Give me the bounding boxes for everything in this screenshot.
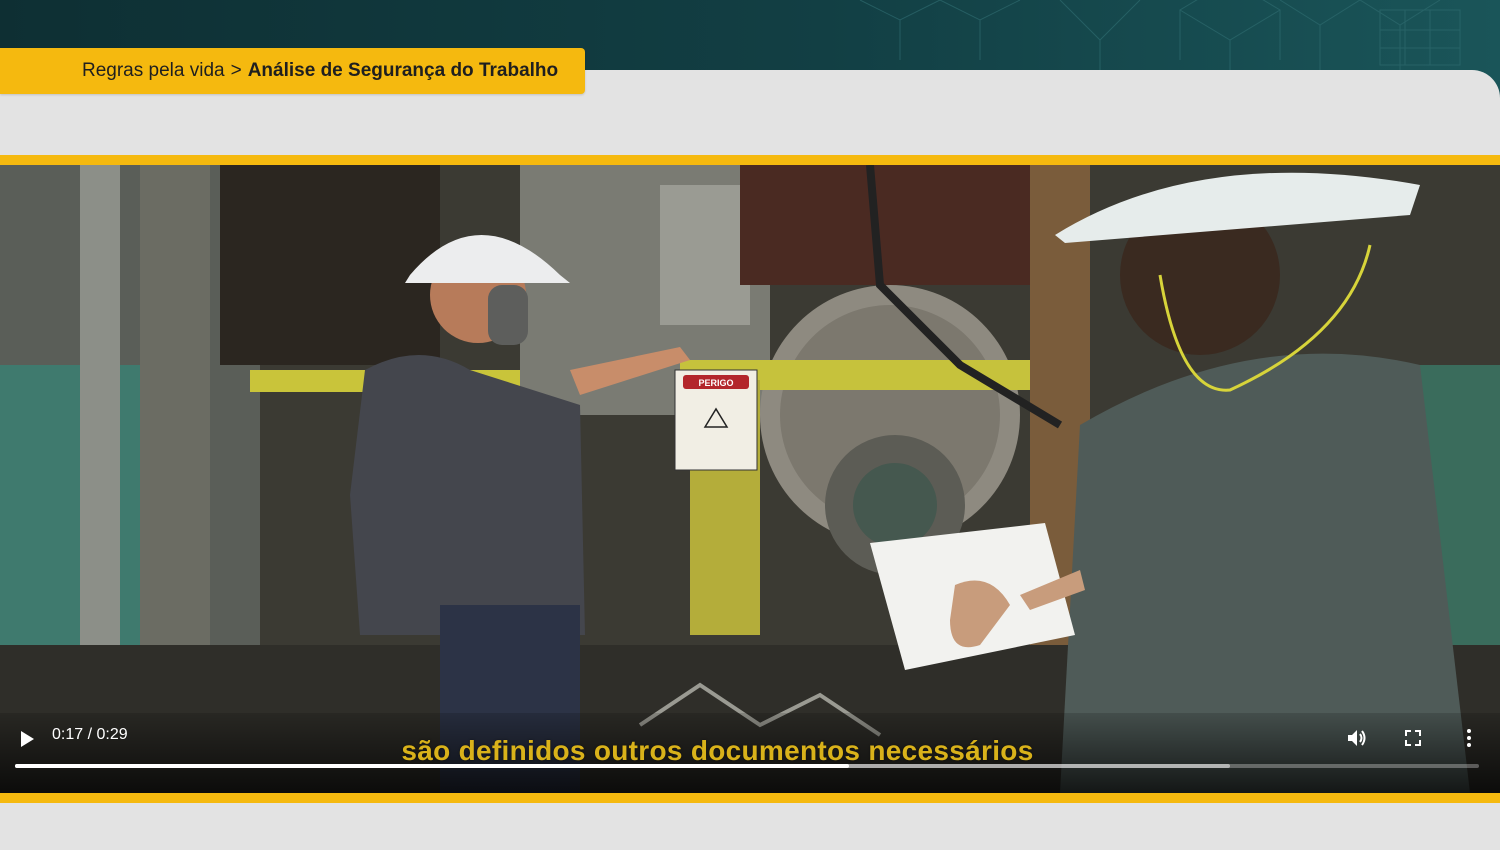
progress-bar[interactable] xyxy=(15,764,1479,768)
volume-button[interactable] xyxy=(1345,726,1369,750)
danger-sign-title: PERIGO xyxy=(698,378,733,388)
video-subtitle: são definidos outros documentos necessár… xyxy=(401,735,1034,766)
time-display: 0:17 / 0:29 xyxy=(52,726,128,743)
volume-icon xyxy=(1348,730,1366,746)
play-icon xyxy=(21,731,34,747)
breadcrumb-parent[interactable]: Regras pela vida xyxy=(82,60,225,82)
video-frame-image: PERIGO xyxy=(0,165,1500,793)
video-frame: PERIGO são definidos outros documentos n… xyxy=(0,155,1500,803)
fullscreen-button[interactable] xyxy=(1401,726,1425,750)
progress-played xyxy=(15,764,850,768)
video-player[interactable]: PERIGO são definidos outros documentos n… xyxy=(0,165,1500,793)
more-vert-icon xyxy=(1467,729,1471,747)
more-options-button[interactable] xyxy=(1457,726,1481,750)
breadcrumb-separator: > xyxy=(230,60,242,81)
play-button[interactable] xyxy=(16,728,38,750)
fullscreen-icon xyxy=(1405,730,1421,746)
breadcrumb: Regras pela vida > Análise de Segurança … xyxy=(0,48,585,94)
breadcrumb-current: Análise de Segurança do Trabalho xyxy=(247,60,559,81)
